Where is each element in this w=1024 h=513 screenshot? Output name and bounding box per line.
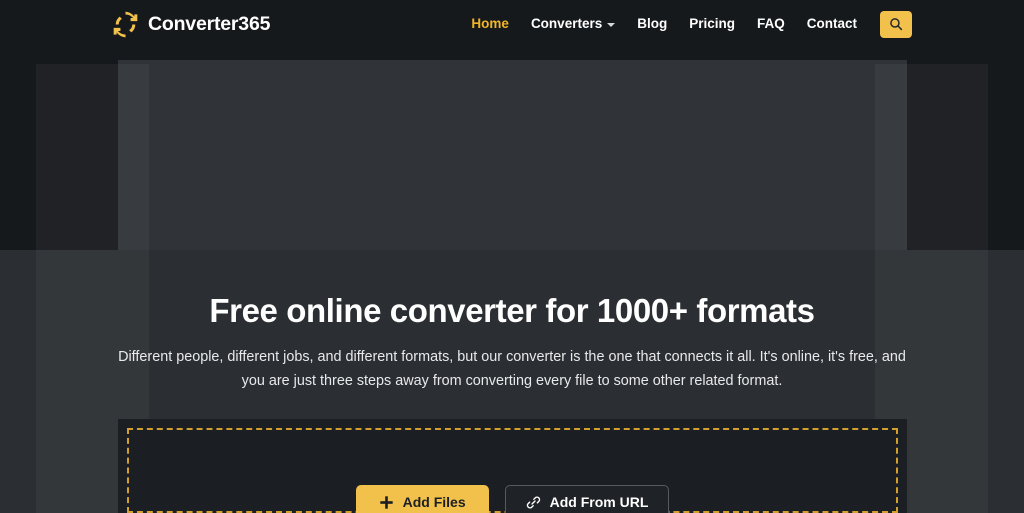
nav-links: Home Converters Blog Pricing FAQ Contact <box>460 10 912 38</box>
add-from-url-label: Add From URL <box>549 494 649 510</box>
nav-item-label: Home <box>471 16 509 32</box>
plus-icon <box>379 495 394 510</box>
add-from-url-button[interactable]: Add From URL <box>504 485 670 513</box>
nav-item-pricing[interactable]: Pricing <box>678 17 746 31</box>
nav-item-contact[interactable]: Contact <box>796 17 868 31</box>
nav-item-label: FAQ <box>756 16 785 32</box>
page-title: Free online converter for 1000+ formats <box>209 292 815 329</box>
refresh-sync-icon <box>112 11 139 38</box>
search-button[interactable] <box>880 10 912 38</box>
brand-name: Converter365 <box>148 12 271 35</box>
nav-item-label: Converters <box>530 16 603 32</box>
hero-section: Free online converter for 1000+ formats … <box>0 292 1024 393</box>
nav-item-blog[interactable]: Blog <box>626 17 678 31</box>
nav-item-label: Blog <box>637 16 668 32</box>
nav-item-home[interactable]: Home <box>460 17 520 31</box>
chevron-down-icon <box>607 23 616 27</box>
link-icon <box>526 495 541 510</box>
brand-logo-link[interactable]: Converter365 <box>112 11 270 38</box>
nav-item-faq[interactable]: FAQ <box>746 17 796 31</box>
nav-item-label: Pricing <box>689 16 735 32</box>
nav-item-label: Contact <box>806 16 857 32</box>
top-navigation-bar: Converter365 Home Converters Blog Pricin… <box>0 0 1024 48</box>
add-files-label: Add Files <box>402 494 466 510</box>
nav-item-converters[interactable]: Converters <box>520 17 626 31</box>
upload-actions: Add Files Add From URL <box>118 485 907 513</box>
add-files-button[interactable]: Add Files <box>355 485 489 513</box>
hero-backdrop-panel <box>118 60 907 250</box>
hero-subtitle: Different people, different jobs, and di… <box>118 349 906 389</box>
page-root: Converter365 Home Converters Blog Pricin… <box>0 0 1024 513</box>
search-icon <box>889 17 903 31</box>
upload-card: Add Files Add From URL <box>118 419 907 513</box>
